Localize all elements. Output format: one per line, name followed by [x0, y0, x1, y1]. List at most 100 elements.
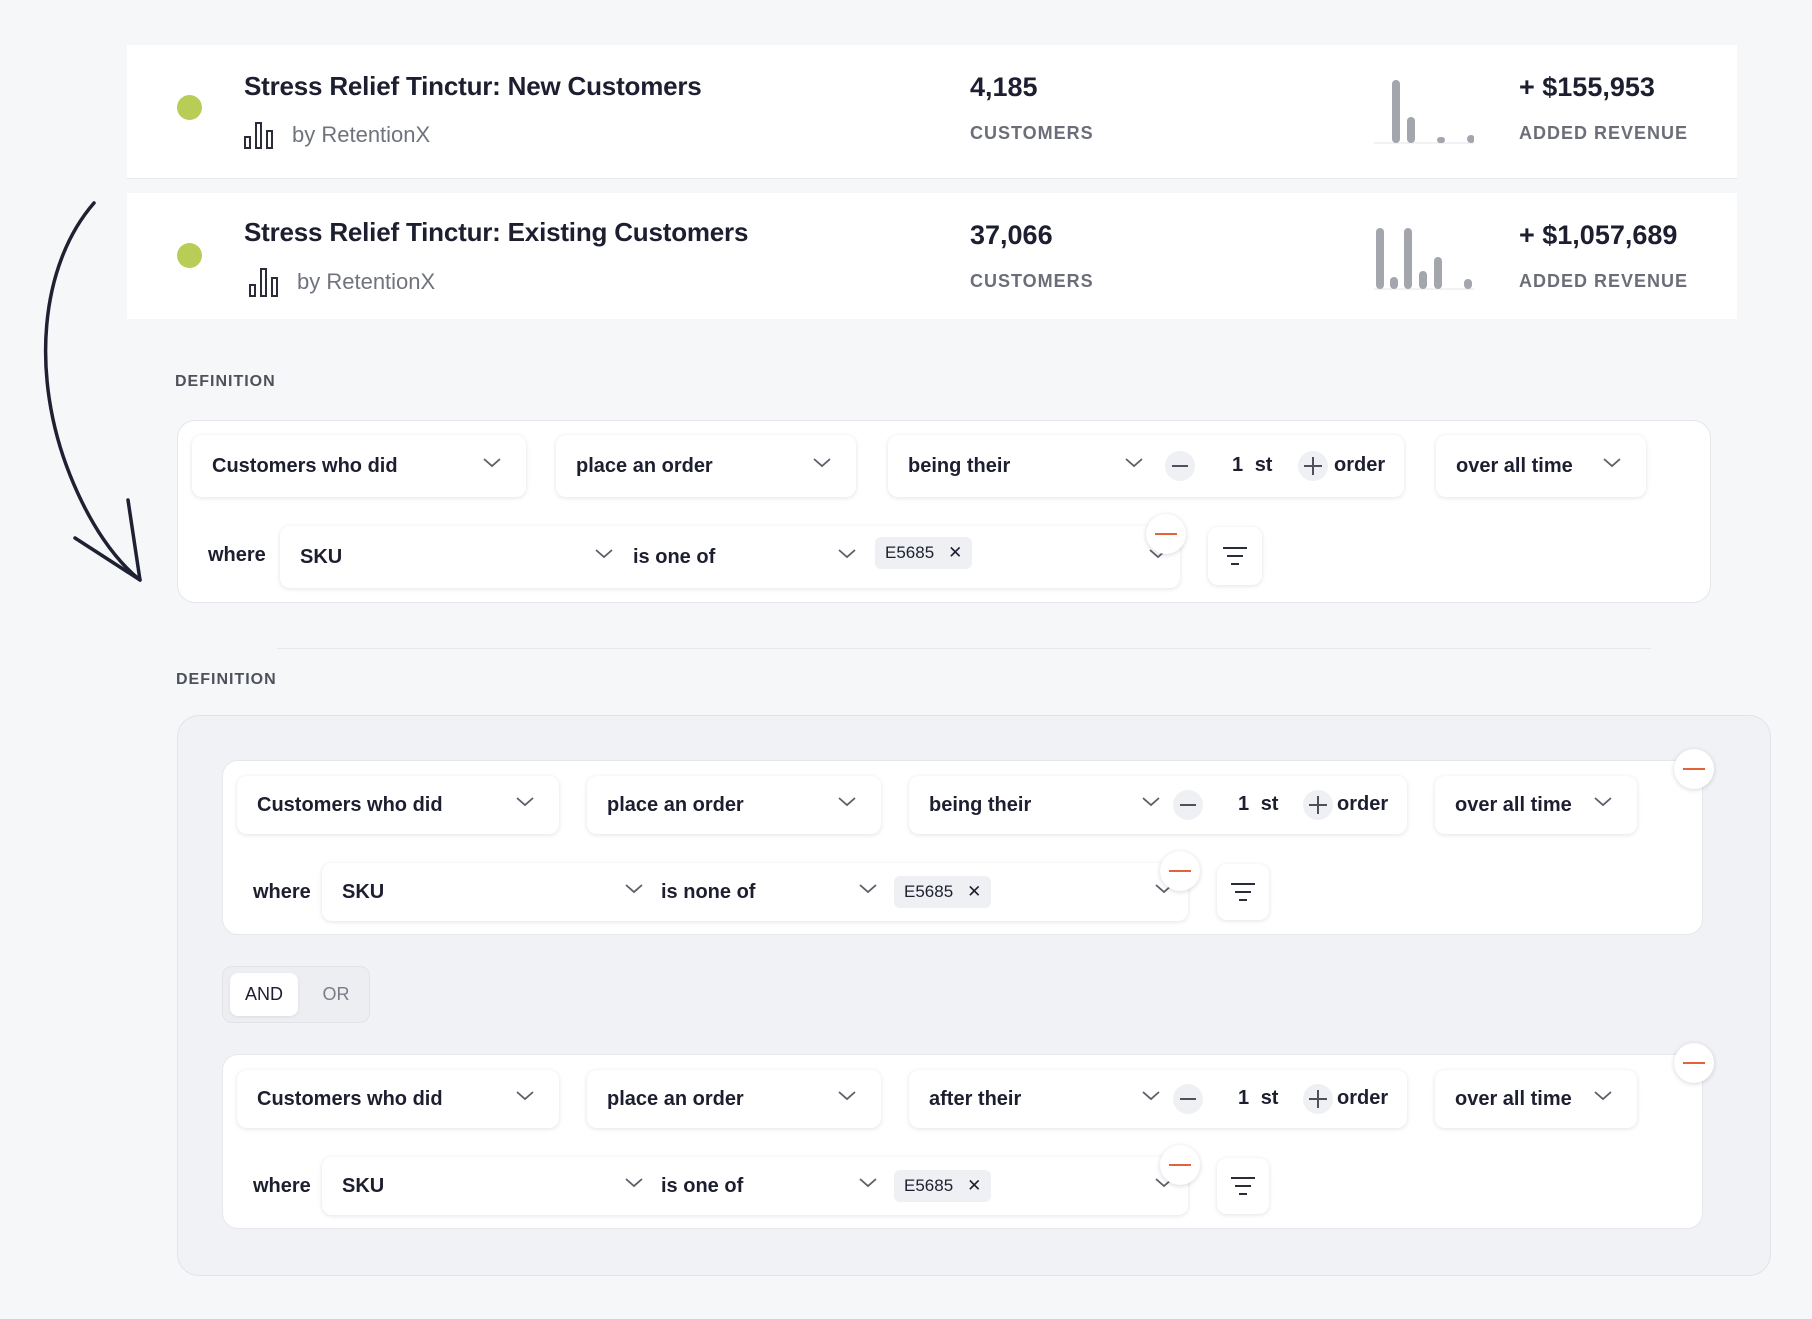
where-label: where — [253, 881, 311, 903]
minus-icon — [1683, 1062, 1705, 1064]
chevron-down-icon — [1594, 1091, 1612, 1101]
timeframe-select[interactable]: over all time — [1435, 776, 1637, 834]
minus-icon — [1169, 870, 1191, 872]
decrement-button[interactable] — [1165, 451, 1195, 481]
chevron-down-icon[interactable] — [858, 883, 878, 895]
or-option[interactable]: OR — [311, 973, 361, 1016]
subject-value: Customers who did — [257, 1087, 443, 1110]
segment-title[interactable]: Stress Relief Tinctur: Existing Customer… — [244, 217, 748, 248]
logic-toggle: AND OR — [222, 966, 370, 1023]
minus-icon — [1155, 533, 1177, 535]
plus-icon — [1309, 796, 1327, 814]
bar-chart-icon — [249, 268, 278, 297]
remove-filter-button[interactable] — [1160, 1145, 1200, 1185]
remove-filter-button[interactable] — [1160, 851, 1200, 891]
increment-button[interactable] — [1303, 1084, 1333, 1114]
segment-row[interactable]: Stress Relief Tinctur: Existing Customer… — [127, 193, 1737, 319]
filter-row: SKU is none of — [322, 863, 1188, 921]
increment-button[interactable] — [1298, 451, 1328, 481]
timeframe-select[interactable]: over all time — [1436, 435, 1646, 497]
action-select[interactable]: place an order — [587, 776, 881, 834]
increment-button[interactable] — [1303, 790, 1333, 820]
tag-label: E5685 — [885, 543, 935, 562]
ordinal-suffix: st — [1254, 454, 1273, 476]
timeframe-value: over all time — [1455, 1087, 1572, 1110]
chevron-down-icon — [813, 458, 831, 468]
action-value: place an order — [607, 793, 744, 816]
decrement-button[interactable] — [1173, 1084, 1203, 1114]
remove-rule-button[interactable] — [1674, 1043, 1714, 1083]
subject-select[interactable]: Customers who did — [192, 435, 526, 497]
minus-icon — [1180, 1098, 1196, 1100]
ordinal-value: 1 st — [1238, 793, 1278, 816]
add-filter-button[interactable] — [1208, 527, 1262, 585]
where-label: where — [208, 544, 266, 566]
minus-icon — [1180, 804, 1196, 806]
close-icon[interactable]: ✕ — [967, 1176, 981, 1196]
segment-row[interactable]: Stress Relief Tinctur: New Customers by … — [127, 45, 1737, 179]
minus-icon — [1169, 1164, 1191, 1166]
relation-value: after their — [929, 1087, 1022, 1110]
action-select[interactable]: place an order — [587, 1070, 881, 1128]
status-dot — [177, 243, 202, 268]
customer-count-label: CUSTOMERS — [970, 123, 1094, 143]
status-dot — [177, 95, 202, 120]
chevron-down-icon[interactable] — [594, 548, 614, 560]
close-icon[interactable]: ✕ — [967, 882, 981, 902]
segment-author: by RetentionX — [244, 121, 430, 149]
minus-icon — [1683, 768, 1705, 770]
author-label: by RetentionX — [297, 269, 436, 294]
filter-icon — [1223, 547, 1247, 565]
chevron-down-icon — [1594, 797, 1612, 807]
minus-icon — [1172, 465, 1188, 467]
ordinal-suffix: st — [1260, 1087, 1279, 1109]
action-select[interactable]: place an order — [556, 435, 856, 497]
chevron-down-icon — [1142, 1091, 1160, 1101]
add-filter-button[interactable] — [1217, 1158, 1269, 1214]
operator-select[interactable]: is one of — [633, 546, 715, 569]
value-tag: E5685 ✕ — [875, 537, 973, 569]
and-option[interactable]: AND — [230, 973, 298, 1016]
chevron-down-icon — [838, 797, 856, 807]
operator-select[interactable]: is none of — [661, 881, 755, 904]
chevron-down-icon[interactable] — [858, 1177, 878, 1189]
tag-label: E5685 — [904, 1176, 954, 1195]
subject-select[interactable]: Customers who did — [237, 776, 559, 834]
subject-value: Customers who did — [257, 793, 443, 816]
added-revenue: + $1,057,689 — [1519, 220, 1678, 250]
bar-chart-icon — [244, 122, 273, 149]
chevron-down-icon[interactable] — [837, 548, 857, 560]
rule-card: Customers who did place an order being t… — [177, 420, 1711, 603]
decrement-button[interactable] — [1173, 790, 1203, 820]
operator-select[interactable]: is one of — [661, 1175, 743, 1198]
remove-filter-button[interactable] — [1146, 514, 1186, 554]
value-tag: E5685 ✕ — [894, 876, 992, 908]
customer-count: 37,066 — [970, 220, 1053, 250]
chevron-down-icon — [1125, 458, 1143, 468]
value-tag: E5685 ✕ — [894, 1170, 992, 1202]
chevron-down-icon — [1142, 797, 1160, 807]
segment-title[interactable]: Stress Relief Tinctur: New Customers — [244, 71, 702, 102]
relation-value: being their — [929, 793, 1032, 816]
filter-icon — [1231, 883, 1255, 901]
field-select[interactable]: SKU — [342, 1175, 384, 1198]
action-value: place an order — [607, 1087, 744, 1110]
filter-row: SKU is one of — [280, 526, 1180, 588]
field-select[interactable]: SKU — [342, 881, 384, 904]
remove-rule-button[interactable] — [1674, 749, 1714, 789]
definition-label: DEFINITION — [175, 373, 276, 390]
add-filter-button[interactable] — [1217, 864, 1269, 920]
chevron-down-icon — [838, 1091, 856, 1101]
order-label: order — [1337, 793, 1389, 815]
field-select[interactable]: SKU — [300, 546, 342, 569]
subject-select[interactable]: Customers who did — [237, 1070, 559, 1128]
chevron-down-icon[interactable] — [624, 1177, 644, 1189]
close-icon[interactable]: ✕ — [948, 543, 962, 563]
added-revenue-label: ADDED REVENUE — [1519, 123, 1689, 143]
timeframe-select[interactable]: over all time — [1435, 1070, 1637, 1128]
chevron-down-icon — [516, 797, 534, 807]
plus-icon — [1304, 457, 1322, 475]
chevron-down-icon[interactable] — [624, 883, 644, 895]
customer-count-label: CUSTOMERS — [970, 271, 1094, 291]
added-revenue-label: ADDED REVENUE — [1519, 271, 1689, 291]
